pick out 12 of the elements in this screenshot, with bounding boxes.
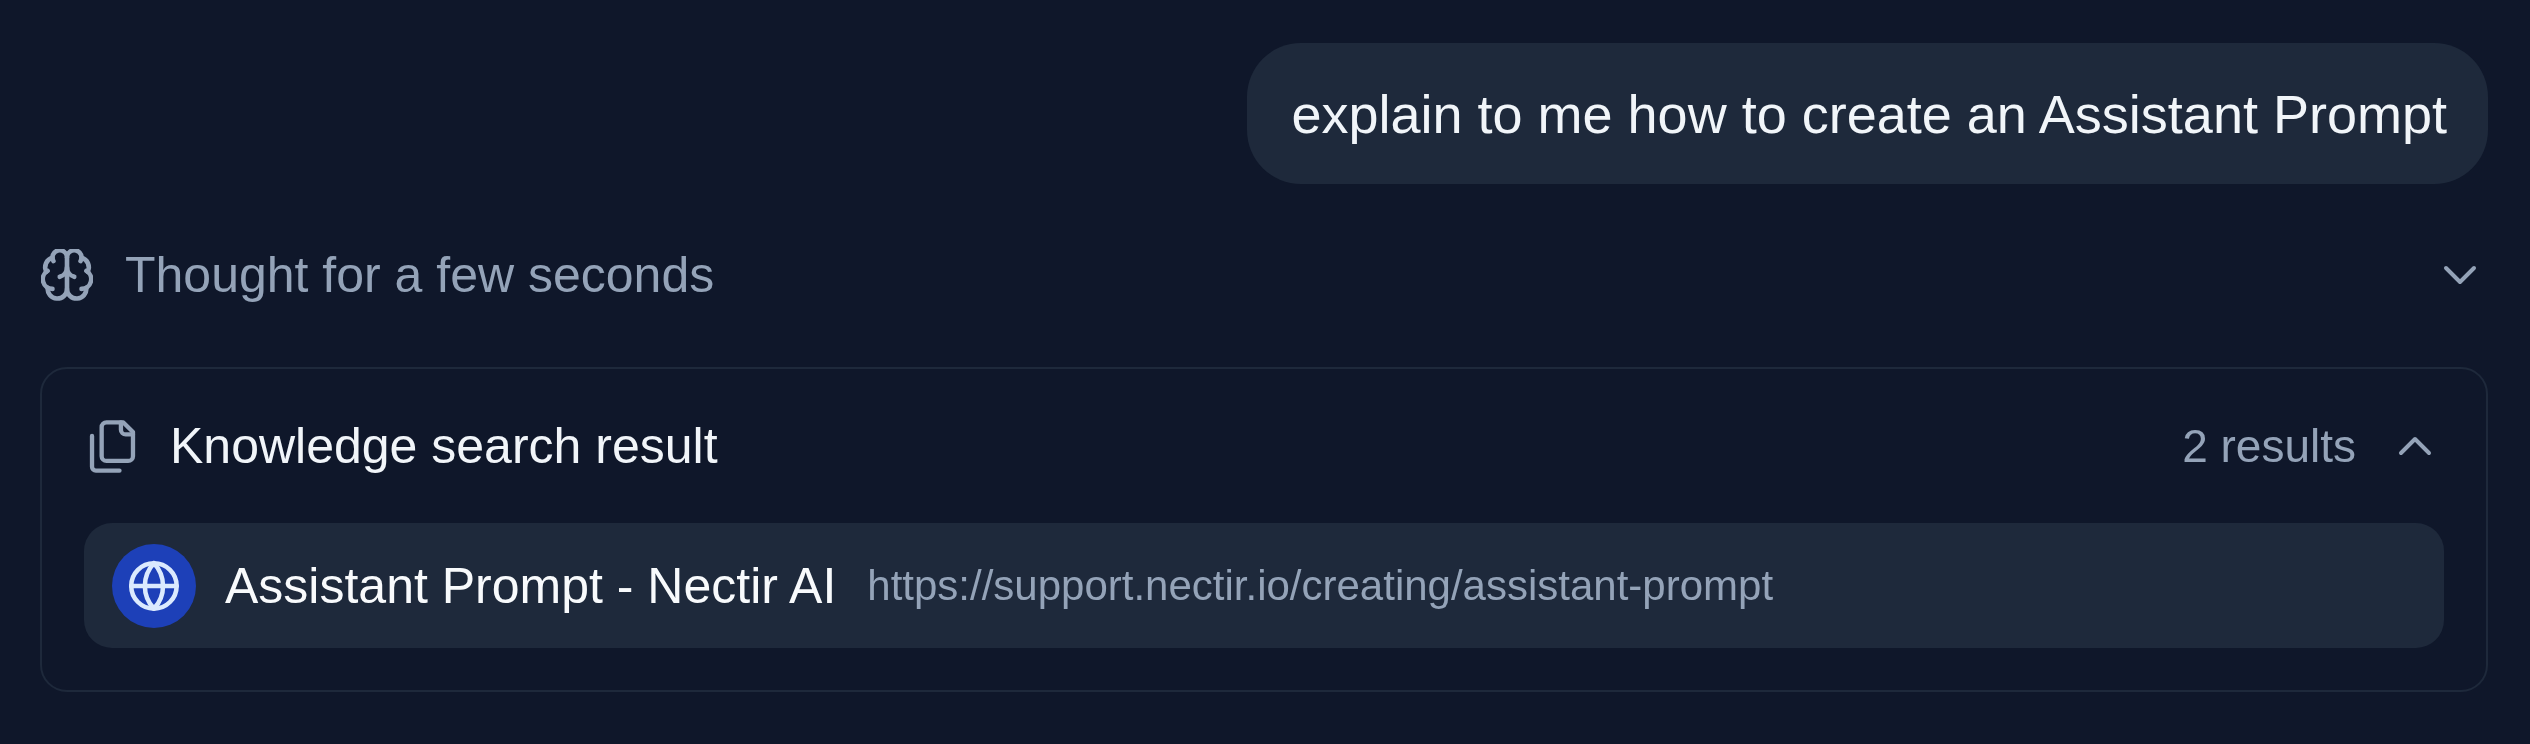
chevron-up-icon[interactable] (2398, 436, 2432, 456)
result-url: https://support.nectir.io/creating/assistant-prompt (867, 561, 1774, 610)
thought-status[interactable]: Thought for a few seconds (125, 246, 715, 304)
result-count: 2 results (2182, 419, 2356, 473)
chevron-down-icon[interactable] (2443, 265, 2477, 285)
card-title: Knowledge search result (170, 417, 718, 475)
globe-icon (112, 543, 196, 628)
result-title: Assistant Prompt - Nectir AI (225, 556, 837, 615)
brain-icon (41, 249, 93, 301)
user-message-bubble: explain to me how to create an Assistant Prompt (1247, 43, 2488, 184)
search-result[interactable]: Assistant Prompt - Nectir AI https://support.nectir.io/creating/assistant-prompt (84, 523, 2444, 648)
documents-icon (89, 419, 136, 473)
